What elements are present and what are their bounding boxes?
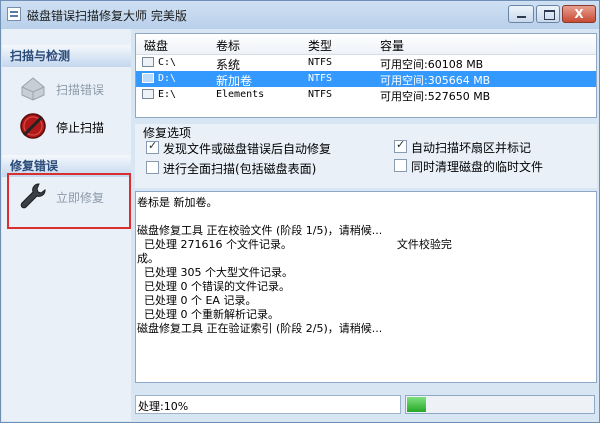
minimize-button[interactable] bbox=[508, 5, 534, 23]
status-text: 处理:10% bbox=[138, 400, 189, 413]
close-icon: X bbox=[574, 7, 584, 21]
drive-type: NTFS bbox=[308, 73, 333, 84]
bad-sector-checkbox[interactable] bbox=[394, 138, 407, 153]
clean-temp-label[interactable]: 同时清理磁盘的临时文件 bbox=[411, 158, 543, 175]
auto-repair-checkbox[interactable] bbox=[146, 139, 159, 154]
app-window: 磁盘错误扫描修复大师 完美版 X 扫描与检测 扫描错误 停止扫描 修复错误 立即… bbox=[0, 0, 600, 423]
scan-error-button[interactable]: 扫描错误 bbox=[14, 71, 124, 107]
column-drive[interactable]: 磁盘 bbox=[144, 37, 168, 54]
repair-options: 修复选项 发现文件或磁盘错误后自动修复 自动扫描坏扇区并标记 进行全面扫描(包括… bbox=[135, 124, 597, 188]
bad-sector-label[interactable]: 自动扫描坏扇区并标记 bbox=[411, 139, 531, 156]
log-line: 磁盘修复工具 正在验证索引 (阶段 2/5)，请稍候... bbox=[137, 322, 383, 335]
close-button[interactable]: X bbox=[562, 5, 596, 23]
drive-icon bbox=[142, 73, 154, 83]
maximize-icon bbox=[544, 10, 555, 20]
auto-repair-label[interactable]: 发现文件或磁盘错误后自动修复 bbox=[163, 140, 331, 157]
stop-scan-label: 停止扫描 bbox=[56, 121, 105, 135]
drive-type: NTFS bbox=[308, 89, 333, 100]
log-line: 已处理 271616 个文件记录。 文件校验完 bbox=[137, 238, 452, 251]
drive-capacity: 可用空间:60108 MB bbox=[380, 58, 484, 71]
full-scan-label[interactable]: 进行全面扫描(包括磁盘表面) bbox=[163, 160, 316, 177]
minimize-icon bbox=[517, 16, 526, 18]
column-capacity[interactable]: 容量 bbox=[380, 37, 404, 54]
status-field: 处理:10% bbox=[135, 395, 401, 414]
window-title: 磁盘错误扫描修复大师 完美版 bbox=[27, 9, 187, 23]
stop-icon bbox=[20, 113, 46, 139]
drive-row-c[interactable]: C:\ 系统 NTFS 可用空间:60108 MB bbox=[136, 55, 596, 72]
drive-capacity: 可用空间:305664 MB bbox=[380, 74, 491, 87]
app-icon bbox=[7, 7, 21, 21]
stop-scan-button[interactable]: 停止扫描 bbox=[14, 109, 124, 145]
highlight-box bbox=[7, 173, 131, 229]
drive-row-e[interactable]: E:\ Elements NTFS 可用空间:527650 MB bbox=[136, 87, 596, 103]
column-label[interactable]: 卷标 bbox=[216, 37, 240, 54]
scan-error-label: 扫描错误 bbox=[56, 83, 105, 97]
scan-section-header: 扫描与检测 bbox=[2, 45, 131, 67]
scan-disk-icon bbox=[21, 77, 45, 101]
drive-row-d[interactable]: D:\ 新加卷 NTFS 可用空间:305664 MB bbox=[136, 71, 596, 88]
drive-list[interactable]: 磁盘 卷标 类型 容量 C:\ 系统 NTFS 可用空间:60108 MB D:… bbox=[135, 33, 597, 118]
drive-type: NTFS bbox=[308, 57, 333, 68]
scan-log[interactable]: 卷标是 新加卷。 磁盘修复工具 正在校验文件 (阶段 1/5)，请稍候... 已… bbox=[135, 191, 597, 383]
full-scan-checkbox[interactable] bbox=[146, 161, 159, 174]
drive-capacity: 可用空间:527650 MB bbox=[380, 90, 491, 103]
maximize-button[interactable] bbox=[536, 5, 560, 23]
drive-letter: D:\ bbox=[158, 73, 177, 84]
progress-bar bbox=[405, 395, 595, 414]
drive-list-header: 磁盘 卷标 类型 容量 bbox=[136, 34, 596, 55]
progress-fill bbox=[407, 397, 426, 412]
drive-icon bbox=[142, 57, 154, 67]
title-bar[interactable]: 磁盘错误扫描修复大师 完美版 X bbox=[1, 1, 599, 29]
log-line: 卷标是 新加卷。 bbox=[137, 196, 218, 209]
drive-icon bbox=[142, 89, 154, 99]
drive-letter: E:\ bbox=[158, 89, 177, 100]
drive-label: Elements bbox=[216, 89, 265, 100]
drive-letter: C:\ bbox=[158, 57, 177, 68]
clean-temp-checkbox[interactable] bbox=[394, 159, 407, 172]
column-type[interactable]: 类型 bbox=[308, 37, 332, 54]
